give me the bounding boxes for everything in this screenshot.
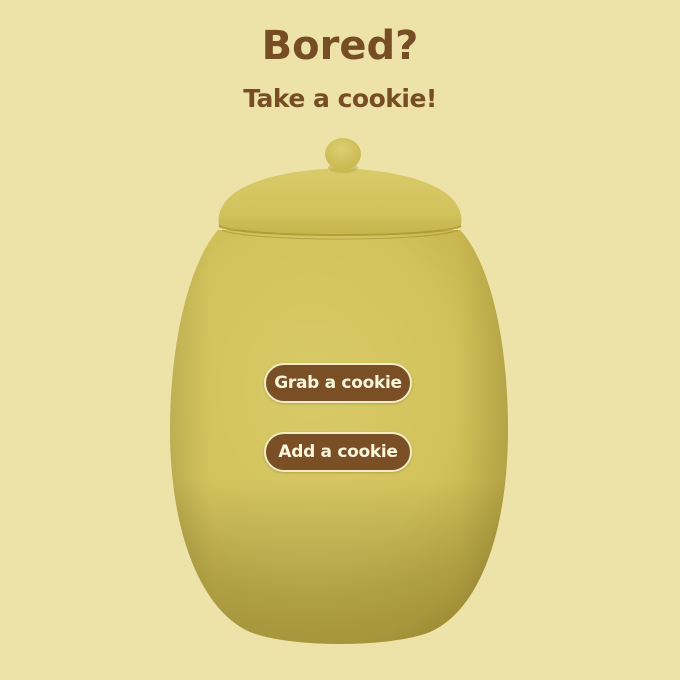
cookie-jar	[170, 138, 508, 644]
jar-knob	[325, 138, 361, 173]
grab-cookie-button[interactable]: Grab a cookie	[264, 363, 412, 403]
add-cookie-button[interactable]: Add a cookie	[264, 432, 412, 472]
jar-lid	[218, 168, 462, 240]
